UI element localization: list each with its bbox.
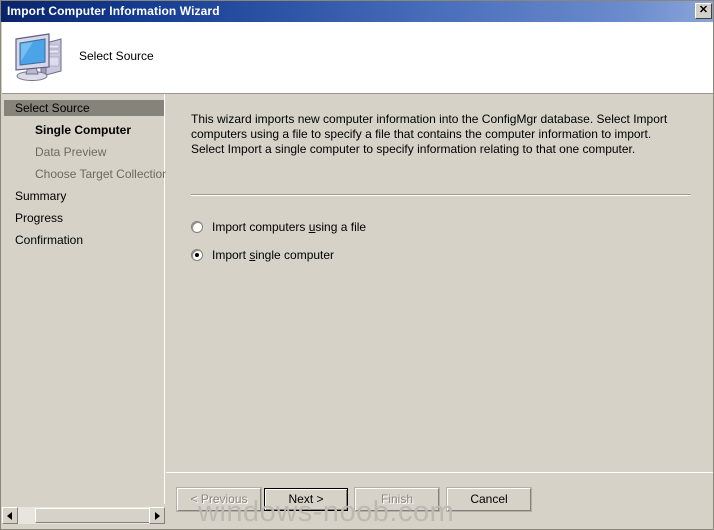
window-title: Import Computer Information Wizard — [7, 4, 220, 18]
wizard-window: Import Computer Information Wizard ✕ Sel… — [0, 0, 714, 530]
previous-button[interactable]: < Previous — [176, 487, 262, 512]
radio-label-import-single-computer: Import single computer — [212, 248, 335, 262]
finish-button[interactable]: Finish — [354, 487, 440, 512]
wizard-button-bar: < Previous Next > Finish Cancel — [166, 474, 713, 529]
next-button[interactable]: Next > — [264, 488, 348, 511]
scrollbar-track[interactable] — [18, 507, 162, 524]
wizard-description-text: This wizard imports new computer informa… — [191, 112, 668, 156]
sidebar-item-confirmation[interactable]: Confirmation — [4, 232, 164, 248]
sidebar-item-progress[interactable]: Progress — [4, 210, 164, 226]
section-divider — [191, 194, 691, 196]
sidebar-item-single-computer[interactable]: Single Computer — [4, 122, 164, 138]
sidebar-horizontal-scrollbar[interactable] — [2, 507, 165, 524]
sidebar-item-choose-target-collection[interactable]: Choose Target Collection — [4, 166, 169, 182]
scroll-left-arrow-icon[interactable] — [2, 507, 18, 524]
sidebar-item-data-preview[interactable]: Data Preview — [4, 144, 164, 160]
sidebar-item-select-source[interactable]: Select Source — [4, 100, 164, 116]
close-icon: ✕ — [698, 4, 709, 16]
window-bottom-strip — [1, 524, 713, 529]
wizard-content-pane: This wizard imports new computer informa… — [166, 94, 713, 473]
wizard-header: Select Source — [2, 22, 713, 94]
close-button[interactable]: ✕ — [695, 3, 712, 19]
radio-indicator-unchecked — [191, 221, 203, 233]
sidebar-item-summary[interactable]: Summary — [4, 188, 164, 204]
radio-label-import-using-file: Import computers using a file — [212, 220, 367, 234]
title-bar: Import Computer Information Wizard ✕ — [1, 1, 713, 22]
cancel-button[interactable]: Cancel — [446, 487, 532, 512]
wizard-steps-sidebar: Select Source Single Computer Data Previ… — [2, 94, 169, 504]
computer-icon — [15, 33, 62, 81]
scroll-right-arrow-icon[interactable] — [149, 507, 165, 524]
page-title: Select Source — [79, 49, 154, 63]
radio-indicator-checked — [191, 249, 203, 261]
scrollbar-thumb[interactable] — [35, 508, 162, 523]
